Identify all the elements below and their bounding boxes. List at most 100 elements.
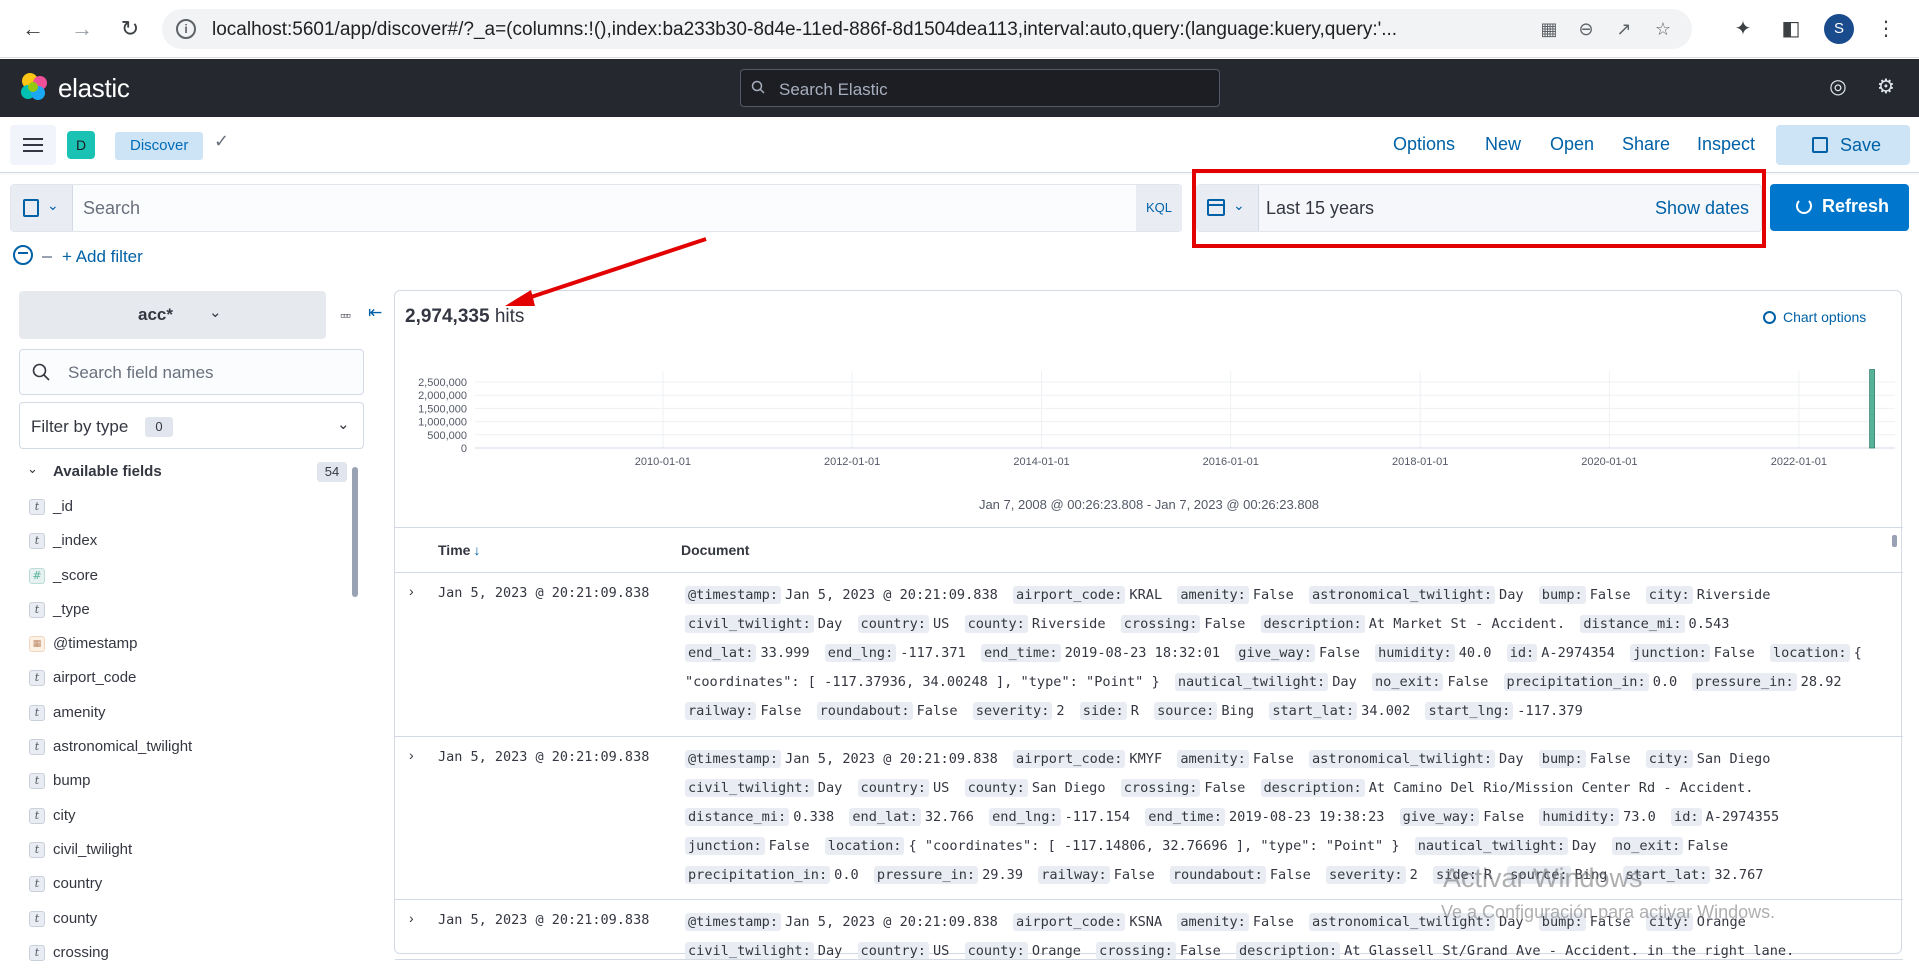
filter-by-type-button[interactable]: Filter by type 0 ⌄ bbox=[19, 402, 364, 449]
refresh-button[interactable]: Refresh bbox=[1770, 184, 1909, 231]
breadcrumb-discover[interactable]: Discover bbox=[115, 132, 204, 160]
space-avatar[interactable]: D bbox=[67, 131, 95, 159]
histogram-bar[interactable] bbox=[1869, 369, 1876, 449]
document-field-key: railway: bbox=[1038, 866, 1110, 884]
query-search-input[interactable]: Search bbox=[83, 198, 140, 219]
open-link[interactable]: Open bbox=[1550, 134, 1594, 155]
chevron-down-icon: ⌄ bbox=[209, 304, 222, 321]
hits-label: hits bbox=[494, 306, 525, 327]
field-item[interactable]: t airport_code bbox=[29, 667, 349, 701]
site-info-icon[interactable]: i bbox=[176, 19, 196, 39]
document-field-value: Day bbox=[817, 616, 843, 632]
table-scrollbar[interactable] bbox=[1892, 535, 1897, 547]
expand-chevron-icon[interactable]: › bbox=[409, 910, 414, 926]
document-field-value: False bbox=[1687, 838, 1729, 854]
options-link[interactable]: Options bbox=[1393, 134, 1455, 155]
x-tick-label: 2022-01-01 bbox=[1771, 456, 1827, 468]
column-time-header[interactable]: Time ↓ bbox=[438, 542, 480, 558]
index-options-icon[interactable]: ▫▫▫ bbox=[340, 307, 351, 323]
share-icon[interactable]: ↗ bbox=[1613, 18, 1635, 40]
share-link[interactable]: Share bbox=[1622, 134, 1670, 155]
zoom-icon[interactable]: ⊖ bbox=[1575, 18, 1597, 40]
search-icon bbox=[751, 80, 765, 94]
gear-icon bbox=[1763, 311, 1776, 324]
document-field: railway: False bbox=[685, 702, 808, 720]
profile-avatar[interactable]: S bbox=[1824, 14, 1854, 44]
document-field: crossing: False bbox=[1120, 615, 1253, 633]
elastic-brand-name[interactable]: elastic bbox=[58, 73, 130, 104]
document-field: end_lng: -117.371 bbox=[824, 644, 973, 662]
field-name: @timestamp bbox=[53, 635, 138, 653]
document-field-key: end_time: bbox=[980, 644, 1061, 662]
elastic-logo-icon[interactable] bbox=[18, 71, 50, 103]
field-item[interactable]: ▦ @timestamp bbox=[29, 633, 349, 667]
document-field-key: nautical_twilight: bbox=[1174, 673, 1329, 691]
sort-down-arrow-icon[interactable]: ↓ bbox=[473, 542, 480, 558]
more-vert-icon[interactable]: ⋮ bbox=[1871, 14, 1901, 44]
document-field-value: Bing bbox=[1221, 703, 1255, 719]
field-item[interactable]: t country bbox=[29, 873, 349, 907]
extensions-puzzle-icon[interactable]: ✦ bbox=[1728, 14, 1758, 44]
sidebar-scrollbar[interactable] bbox=[352, 467, 358, 597]
field-search-input[interactable]: Search field names bbox=[19, 349, 364, 395]
save-button[interactable]: Save bbox=[1776, 125, 1910, 165]
document-field-value: KMYF bbox=[1129, 751, 1163, 767]
url-text[interactable]: localhost:5601/app/discover#/?_a=(column… bbox=[212, 19, 1672, 41]
translate-icon[interactable]: ▦ bbox=[1538, 18, 1560, 40]
news-feed-icon[interactable]: ⚙ bbox=[1874, 75, 1898, 99]
field-item[interactable]: t bump bbox=[29, 770, 349, 804]
global-search-input[interactable]: Search Elastic bbox=[740, 69, 1220, 107]
document-field-key: source: bbox=[1154, 702, 1218, 720]
document-field: side: R bbox=[1079, 702, 1146, 720]
chevron-down-icon: ⌄ bbox=[27, 461, 38, 476]
address-bar[interactable]: i localhost:5601/app/discover#/?_a=(colu… bbox=[162, 9, 1692, 49]
add-filter-link[interactable]: + Add filter bbox=[62, 247, 143, 267]
help-lifebuoy-icon[interactable]: ◎ bbox=[1826, 75, 1850, 99]
x-tick-label: 2012-01-01 bbox=[824, 456, 880, 468]
back-arrow-icon[interactable]: ← bbox=[17, 13, 49, 45]
inspect-link[interactable]: Inspect bbox=[1697, 134, 1755, 155]
side-panel-icon[interactable]: ◧ bbox=[1776, 14, 1806, 44]
collapse-sidebar-icon[interactable]: ⇤ bbox=[368, 303, 382, 323]
document-field-key: @timestamp: bbox=[685, 750, 782, 768]
expand-chevron-icon[interactable]: › bbox=[409, 747, 414, 763]
field-item[interactable]: t county bbox=[29, 908, 349, 942]
document-field: distance_mi: 0.338 bbox=[685, 808, 841, 826]
document-field: amenity: False bbox=[1177, 913, 1300, 931]
filter-options-icon[interactable] bbox=[13, 245, 33, 265]
chevron-down-icon: ⌄ bbox=[337, 416, 350, 433]
field-item[interactable]: # _score bbox=[29, 565, 349, 599]
browser-toolbar: ← → ↻ i localhost:5601/app/discover#/?_a… bbox=[0, 0, 1919, 58]
field-item[interactable]: t astronomical_twilight bbox=[29, 736, 349, 770]
chart-options-button[interactable]: Chart options bbox=[1763, 309, 1866, 325]
field-item[interactable]: t city bbox=[29, 805, 349, 839]
field-item[interactable]: t amenity bbox=[29, 702, 349, 736]
document-field-value: False bbox=[768, 838, 810, 854]
saved-query-menu-button[interactable]: ⌄ bbox=[11, 185, 73, 231]
document-field-key: nautical_twilight: bbox=[1414, 837, 1569, 855]
forward-arrow-icon[interactable]: → bbox=[66, 13, 98, 45]
field-item[interactable]: t crossing bbox=[29, 942, 349, 972]
main-menu-button[interactable] bbox=[10, 125, 56, 165]
x-tick-label: 2014-01-01 bbox=[1013, 456, 1069, 468]
document-field-value: False bbox=[916, 703, 958, 719]
field-item[interactable]: t civil_twilight bbox=[29, 839, 349, 873]
field-item[interactable]: t _id bbox=[29, 496, 349, 530]
field-item[interactable]: t _type bbox=[29, 599, 349, 633]
document-field-value: -117.379 bbox=[1517, 703, 1583, 719]
field-item[interactable]: t _index bbox=[29, 530, 349, 564]
x-tick-label: 2016-01-01 bbox=[1203, 456, 1259, 468]
document-field-value: False bbox=[1589, 751, 1631, 767]
available-fields-header[interactable]: ⌄ Available fields 54 bbox=[25, 461, 355, 485]
kql-language-button[interactable]: KQL bbox=[1136, 185, 1182, 231]
bookmark-star-icon[interactable]: ☆ bbox=[1652, 18, 1674, 40]
field-name: city bbox=[53, 806, 76, 824]
index-pattern-picker[interactable]: acc* ⌄ bbox=[19, 291, 326, 339]
available-fields-label: Available fields bbox=[53, 463, 162, 480]
new-link[interactable]: New bbox=[1485, 134, 1521, 155]
document-field-key: side: bbox=[1079, 702, 1127, 720]
field-name: amenity bbox=[53, 703, 106, 721]
document-field-value: A-2974355 bbox=[1705, 809, 1780, 825]
expand-chevron-icon[interactable]: › bbox=[409, 583, 414, 599]
reload-icon[interactable]: ↻ bbox=[114, 13, 146, 45]
